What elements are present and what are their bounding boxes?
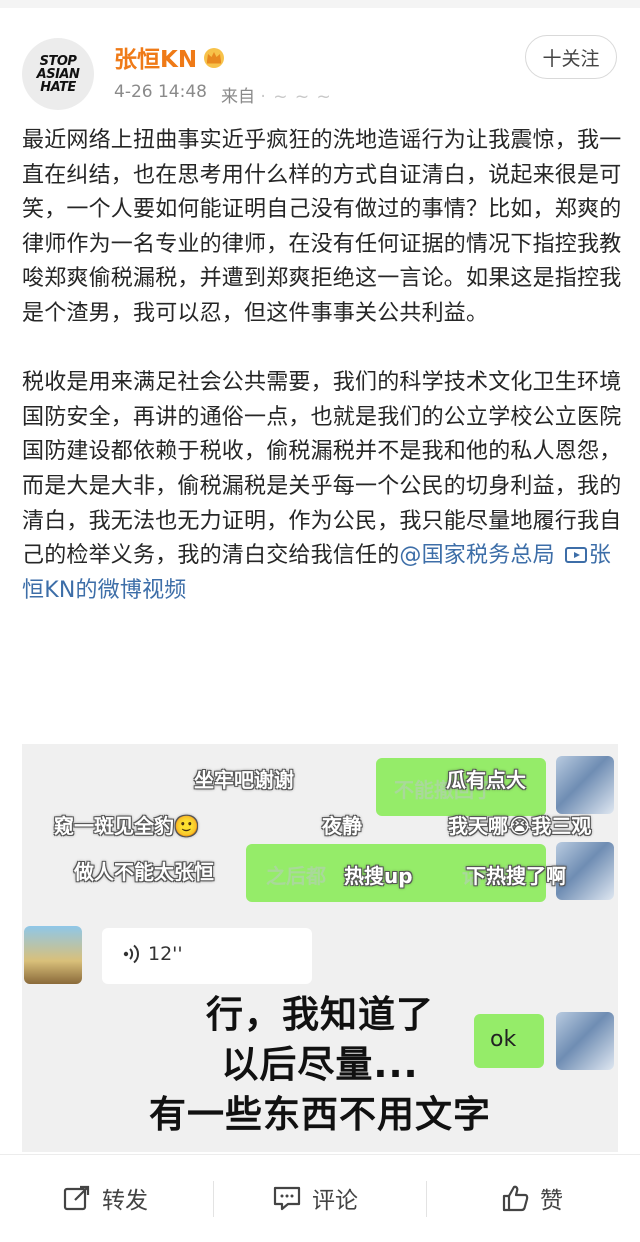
action-divider-2	[426, 1181, 427, 1217]
video-player[interactable]: 不能撤回了 之后都 话说好 ok 12'' 坐牢吧谢谢 瓜有点大 窥一斑见全豹🙂…	[22, 744, 618, 1152]
avatar[interactable]: STOP ASIAN HATE	[22, 38, 94, 110]
username[interactable]: 张恒KN	[114, 40, 227, 74]
action-divider-1	[213, 1181, 214, 1217]
repost-button[interactable]: 转发	[62, 1181, 148, 1215]
post-paragraph-1: 最近网络上扭曲事实近乎疯狂的洗地造谣行为让我震惊，我一直在纠结，也在思考用什么样…	[22, 128, 622, 326]
repost-label: 转发	[102, 1188, 148, 1214]
avatar-text-3: HATE	[40, 79, 76, 95]
post-source: 来自 · ~ ~ ~	[220, 87, 332, 107]
video-icon	[564, 547, 587, 564]
comment-label: 评论	[312, 1188, 358, 1214]
voice-message: 12''	[122, 943, 183, 965]
video-caption-line-1: 行，我知道了	[206, 993, 434, 1036]
danmu-3: 窥一斑见全豹🙂	[54, 814, 199, 838]
video-caption-line-2: 以后尽量...	[221, 1043, 419, 1086]
voice-duration: 12''	[148, 943, 183, 965]
post-paragraph-2-text: 税收是用来满足社会公共需要，我们的科学技术文化卫生环境国防安全，再讲的通俗一点，…	[22, 370, 622, 569]
action-bar: 转发 评论 赞	[0, 1154, 640, 1242]
chat-avatar-left	[24, 926, 82, 984]
comment-button[interactable]: 评论	[272, 1181, 358, 1215]
danmu-1: 坐牢吧谢谢	[194, 768, 294, 792]
post-time: 4-26 14:48	[114, 82, 207, 102]
follow-button[interactable]: 十关注	[525, 35, 617, 79]
avatar-text-2: ASIAN	[36, 66, 80, 82]
thumbs-up-icon	[502, 1185, 529, 1212]
danmu-8: 下热搜了啊	[466, 864, 566, 888]
video-caption-line-3: 有一些东西不用文字	[149, 1093, 491, 1136]
chat-bubble-2-text-a: 之后都	[266, 864, 326, 888]
danmu-2: 瓜有点大	[446, 768, 526, 792]
like-button[interactable]: 赞	[500, 1181, 563, 1215]
post-meta: 4-26 14:48 来自 · ~ ~ ~	[114, 82, 332, 107]
username-text: 张恒KN	[114, 47, 198, 73]
repost-icon	[63, 1185, 90, 1211]
danmu-6: 做人不能太张恒	[74, 860, 214, 884]
post-paragraph-2: 税收是用来满足社会公共需要，我们的科学技术文化卫生环境国防安全，再讲的通俗一点，…	[22, 366, 622, 608]
post-body: 最近网络上扭曲事实近乎疯狂的洗地造谣行为让我震惊，我一直在纠结，也在思考用什么样…	[22, 124, 622, 608]
blurred-source: · ~ ~ ~	[260, 87, 332, 107]
comment-icon	[273, 1186, 301, 1211]
danmu-4: 夜静	[322, 814, 362, 838]
top-divider	[0, 0, 640, 8]
mention-link[interactable]: @国家税务总局	[399, 543, 554, 568]
avatar-text-1: STOP	[39, 53, 77, 69]
danmu-5: 我天哪😭我三观	[448, 814, 592, 838]
crown-icon	[204, 48, 225, 68]
like-label: 赞	[540, 1188, 563, 1214]
chat-avatar-right-1	[556, 756, 614, 814]
voice-icon	[123, 944, 140, 964]
danmu-7: 热搜up	[344, 864, 413, 888]
